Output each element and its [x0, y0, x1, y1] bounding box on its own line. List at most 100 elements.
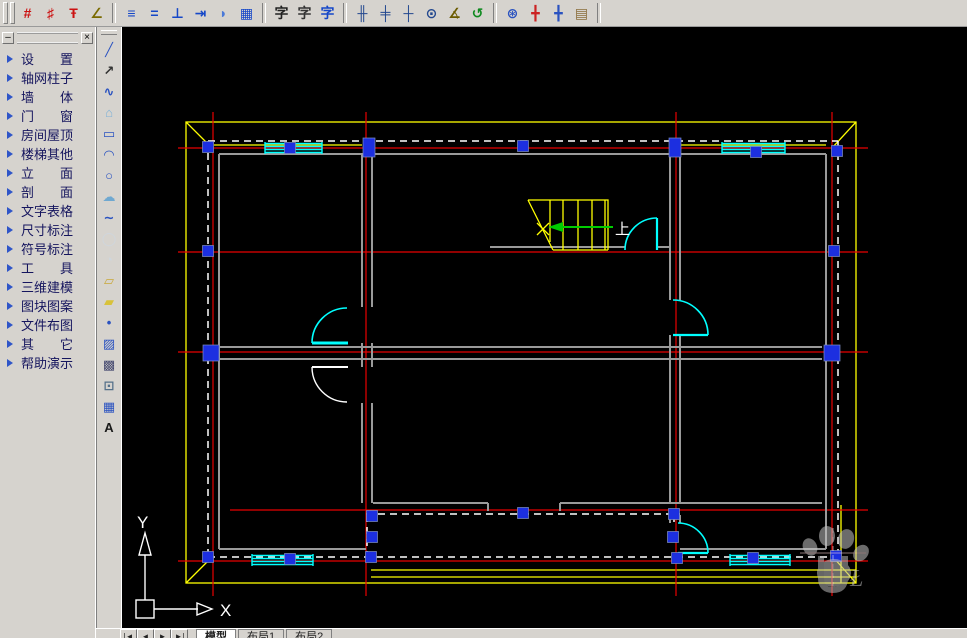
expand-arrow-icon [7, 244, 13, 253]
toolbar-separator [493, 3, 497, 23]
layout-tab-bar: |◄ ◄ ► ►| 模型 布局1 布局2 [96, 628, 967, 638]
sidebar-menu-item[interactable]: 墙 体 [0, 87, 95, 106]
dim-update-icon[interactable]: ↺ [466, 2, 489, 24]
axis-grid-lines [178, 112, 868, 596]
sidebar-menu-item[interactable]: 文件布图 [0, 315, 95, 334]
expand-arrow-icon [7, 130, 13, 139]
sidebar-menu-item[interactable]: 设 置 [0, 49, 95, 68]
drawing-area: 上 Y X Ł [122, 27, 967, 628]
double-line-icon[interactable]: ↗ [97, 60, 121, 81]
ellipse-arc-icon[interactable]: ◔ [97, 249, 121, 270]
toolbar-drag-grip[interactable] [10, 2, 15, 24]
close-button[interactable]: × [81, 31, 93, 44]
wall-base-icon[interactable]: ⊥ [166, 2, 189, 24]
point-icon[interactable]: • [97, 312, 121, 333]
dim-chain-icon[interactable]: ╫ [351, 2, 374, 24]
text-edit-icon[interactable]: 字 [270, 2, 293, 24]
sidebar-menu-item[interactable]: 剖 面 [0, 182, 95, 201]
minimize-button[interactable]: – [2, 31, 14, 44]
sidebar-menu-item[interactable]: 楼梯其他 [0, 144, 95, 163]
arc-wall-icon[interactable]: ◗ [212, 2, 235, 24]
tab-first-button[interactable]: |◄ [120, 629, 137, 638]
polyline-icon[interactable]: ∿ [97, 81, 121, 102]
axis-grid-icon[interactable]: # [16, 2, 39, 24]
pan-icon[interactable]: ╋ [547, 2, 570, 24]
expand-arrow-icon [7, 225, 13, 234]
sidebar-menu-item[interactable]: 文字表格 [0, 201, 95, 220]
wall-thickness-icon[interactable]: ⇥ [189, 2, 212, 24]
image-icon[interactable]: ⊡ [97, 375, 121, 396]
expand-arrow-icon [7, 206, 13, 215]
expand-arrow-icon [7, 263, 13, 272]
stair-direction-arrow [548, 222, 613, 232]
block-icon[interactable]: ▰ [97, 291, 121, 312]
sidebar-menu-item[interactable]: 帮助演示 [0, 353, 95, 372]
hatch-icon[interactable]: ▨ [97, 333, 121, 354]
axis-bubble-icon[interactable]: ♯ [39, 2, 62, 24]
pan-origin-icon[interactable]: ╋ [524, 2, 547, 24]
sidebar-menu-item[interactable]: 工 具 [0, 258, 95, 277]
expand-arrow-icon [7, 358, 13, 367]
tab-next-button[interactable]: ► [154, 629, 171, 638]
gradient-hatch-icon[interactable]: ▩ [97, 354, 121, 375]
axis-single-icon[interactable]: Ŧ [62, 2, 85, 24]
copy-object-icon[interactable]: ▱ [97, 270, 121, 291]
polygon-icon[interactable]: ⌂ [97, 102, 121, 123]
dim-radius-icon[interactable]: ⊙ [420, 2, 443, 24]
text-insert-icon[interactable]: 字 [293, 2, 316, 24]
wall-section-icon[interactable]: ▦ [235, 2, 258, 24]
text-icon[interactable]: A [97, 417, 121, 438]
layout-tab[interactable]: 布局2 [286, 629, 333, 638]
circle-icon[interactable]: ○ [97, 165, 121, 186]
draw-toolbar: ╱ ↗ ∿ ⌂ ▭ ◠ ○ ☁ ∼ ◯ ◔ ▱ ▰ • ▨ ▩ ⊡ ▦ A [96, 27, 122, 638]
dim-single-icon[interactable]: ┼ [397, 2, 420, 24]
tab-prev-button[interactable]: ◄ [137, 629, 154, 638]
sidebar-menu-item[interactable]: 尺寸标注 [0, 220, 95, 239]
sidebar-menu-item[interactable]: 立 面 [0, 163, 95, 182]
ucs-y-label: Y [137, 513, 148, 532]
sidebar-menu-item[interactable]: 轴网柱子 [0, 68, 95, 87]
text-style-icon[interactable]: 字 [316, 2, 339, 24]
ellipse-icon[interactable]: ◯ [97, 228, 121, 249]
axis-angle-icon[interactable]: ∠ [85, 2, 108, 24]
layout-tab[interactable]: 模型 [196, 629, 236, 638]
sidebar-menu-item[interactable]: 其 它 [0, 334, 95, 353]
selection-grips[interactable] [202, 137, 843, 565]
layout-tab[interactable]: 布局1 [238, 629, 285, 638]
dim-pair-icon[interactable]: ╪ [374, 2, 397, 24]
toolbar-separator [112, 3, 116, 23]
sidebar-menu-item[interactable]: 门 窗 [0, 106, 95, 125]
expand-arrow-icon [7, 73, 13, 82]
rectangle-icon[interactable]: ▭ [97, 123, 121, 144]
screen-menu-header: – × [2, 30, 93, 45]
expand-arrow-icon [7, 168, 13, 177]
toolbar-separator [343, 3, 347, 23]
dim-angle-icon[interactable]: ∡ [443, 2, 466, 24]
view-group-icon[interactable]: ⊛ [501, 2, 524, 24]
wall-double-icon[interactable]: = [143, 2, 166, 24]
sidebar-menu-item[interactable]: 三维建模 [0, 277, 95, 296]
tab-last-button[interactable]: ►| [171, 629, 188, 638]
expand-arrow-icon [7, 149, 13, 158]
table-icon[interactable]: ▦ [97, 396, 121, 417]
wall-insert-icon[interactable]: ≡ [120, 2, 143, 24]
door-symbol-white [311, 366, 348, 403]
arc-icon[interactable]: ◠ [97, 144, 121, 165]
toolbar-separator [597, 3, 601, 23]
line-icon[interactable]: ╱ [97, 39, 121, 60]
sidebar-menu-item[interactable]: 符号标注 [0, 239, 95, 258]
expand-arrow-icon [7, 282, 13, 291]
floor-plan-canvas[interactable]: 上 Y X Ł [122, 27, 967, 628]
expand-arrow-icon [7, 111, 13, 120]
spline-icon[interactable]: ∼ [97, 207, 121, 228]
top-toolbar: # ♯ Ŧ ∠ ≡ = ⊥ ⇥ ◗ ▦ 字 字 字 ╫ ╪ ┼ ⊙ ∡ ↺ ⊛ … [0, 0, 967, 27]
toolbar-drag-grip[interactable] [101, 30, 117, 35]
expand-arrow-icon [7, 187, 13, 196]
paste-block-icon[interactable]: ▤ [570, 2, 593, 24]
cloud-icon[interactable]: ☁ [97, 186, 121, 207]
sidebar-menu-item[interactable]: 图块图案 [0, 296, 95, 315]
sidebar-menu-item[interactable]: 房间屋顶 [0, 125, 95, 144]
toolbar-drag-grip[interactable] [3, 2, 8, 24]
panel-drag-grip[interactable] [17, 31, 78, 44]
expand-arrow-icon [7, 301, 13, 310]
